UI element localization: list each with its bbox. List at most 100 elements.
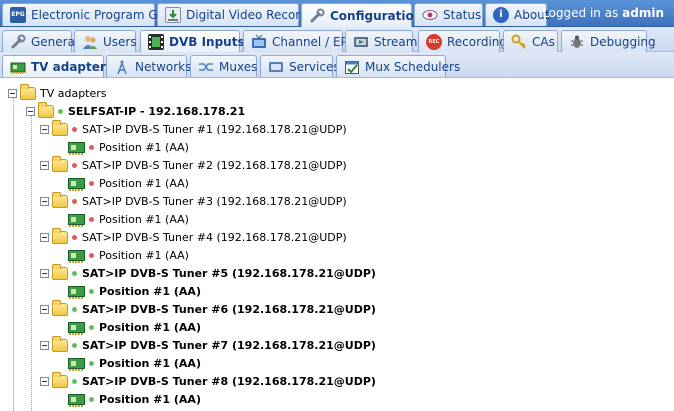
tab-debugging[interactable]: Debugging [561, 30, 656, 52]
status-dot [72, 198, 77, 204]
collapse-toggle[interactable] [8, 88, 17, 98]
tab-configuration[interactable]: Configuration [301, 3, 422, 27]
wrench-icon [10, 34, 26, 50]
tree-node-position[interactable]: Position #1 (AA) [68, 174, 189, 192]
collapse-toggle[interactable] [40, 124, 49, 134]
tree-node-tuner[interactable]: SAT>IP DVB-S Tuner #8 (192.168.178.21@UD… [40, 371, 376, 390]
tree-node-tuner[interactable]: SAT>IP DVB-S Tuner #7 (192.168.178.21@UD… [40, 335, 376, 354]
folder-icon [52, 155, 68, 172]
login-prefix: Logged in as [542, 6, 619, 20]
tab-channel-epg[interactable]: Channel / EPG [243, 30, 357, 52]
tab-status[interactable]: Status [414, 3, 483, 26]
tree-node-position[interactable]: Position #1 (AA) [68, 318, 201, 336]
tree-node-label: Position #1 (AA) [99, 248, 189, 262]
collapse-toggle[interactable] [40, 268, 49, 278]
tree-node-label: SAT>IP DVB-S Tuner #3 (192.168.178.21@UD… [82, 194, 347, 208]
tab-services[interactable]: Services [260, 55, 340, 77]
tab-general[interactable]: General [2, 30, 78, 52]
tree-guide-line [13, 93, 14, 411]
tab-cas[interactable]: CAs [503, 30, 558, 52]
status-dot [72, 342, 77, 348]
tree-node-position[interactable]: Position #1 (AA) [68, 354, 201, 372]
login-user: admin [622, 6, 664, 20]
main-tab-bar: EPG Electronic Program Guide Digital Vid… [0, 0, 674, 27]
tab-label: Services [289, 59, 340, 74]
tree-node-position[interactable]: Position #1 (AA) [68, 390, 201, 408]
adapter-card-icon [68, 285, 85, 299]
tab-label: TV adapters [31, 59, 113, 74]
tab-label: General [31, 34, 79, 49]
status-dot [89, 288, 94, 294]
tab-mux-schedulers[interactable]: Mux Schedulers [336, 55, 460, 77]
tree-node-device[interactable]: SELFSAT-IP - 192.168.178.21 [26, 101, 245, 120]
tree-node-label: TV adapters [40, 86, 107, 100]
tree-node-position[interactable]: Position #1 (AA) [68, 246, 189, 264]
tab-networks[interactable]: Networks [106, 55, 191, 77]
tab-label: Users [103, 34, 137, 49]
tree-node-position[interactable]: Position #1 (AA) [68, 138, 189, 156]
users-icon [82, 34, 98, 50]
status-dot [89, 144, 94, 150]
tree-node-tuner[interactable]: SAT>IP DVB-S Tuner #1 (192.168.178.21@UD… [40, 119, 347, 138]
status-dot [72, 162, 77, 168]
tree-node-label: Position #1 (AA) [99, 284, 201, 298]
tab-stream[interactable]: Stream [345, 30, 417, 52]
status-dot [89, 216, 94, 222]
tree-node-label: Position #1 (AA) [99, 392, 201, 406]
status-dot [89, 396, 94, 402]
tab-epg[interactable]: EPG Electronic Program Guide [2, 3, 184, 26]
epg-icon: EPG [10, 7, 26, 23]
tab-label: CAs [532, 34, 555, 49]
tab-muxes[interactable]: Muxes [190, 55, 257, 77]
folder-icon [52, 263, 68, 280]
collapse-toggle[interactable] [40, 232, 49, 242]
tab-about[interactable]: i About [485, 3, 549, 26]
tab-recording[interactable]: REC Recording [418, 30, 507, 52]
tree-node-tuner[interactable]: SAT>IP DVB-S Tuner #5 (192.168.178.21@UD… [40, 263, 376, 282]
scheduler-icon [344, 59, 360, 75]
tree-node-tuner[interactable]: SAT>IP DVB-S Tuner #6 (192.168.178.21@UD… [40, 299, 376, 318]
tree-node-position[interactable]: Position #1 (AA) [68, 282, 201, 300]
status-dot [72, 270, 77, 276]
collapse-toggle[interactable] [40, 196, 49, 206]
tree-guide-line [31, 111, 32, 411]
tab-users[interactable]: Users [74, 30, 137, 52]
adapter-card-icon [68, 393, 85, 407]
status-dot [72, 126, 77, 132]
tree-node-tuner[interactable]: SAT>IP DVB-S Tuner #2 (192.168.178.21@UD… [40, 155, 347, 174]
tree-node-tuner[interactable]: SAT>IP DVB-S Tuner #3 (192.168.178.21@UD… [40, 191, 347, 210]
collapse-toggle[interactable] [40, 304, 49, 314]
tab-dvb-inputs[interactable]: DVB Inputs [140, 30, 245, 52]
collapse-toggle[interactable] [40, 340, 49, 350]
collapse-toggle[interactable] [26, 106, 35, 116]
film-icon [148, 33, 164, 50]
tab-label: Status [443, 8, 482, 22]
tree-node-label: SAT>IP DVB-S Tuner #6 (192.168.178.21@UD… [82, 302, 376, 316]
tab-label: Stream [374, 34, 418, 49]
muxes-icon [198, 59, 214, 75]
tab-label: Muxes [219, 59, 258, 74]
tree-node-label: Position #1 (AA) [99, 356, 201, 370]
wrench-icon [309, 8, 325, 24]
info-icon: i [493, 7, 509, 23]
adapter-card-icon [68, 357, 85, 371]
collapse-toggle[interactable] [40, 376, 49, 386]
tree-node-position[interactable]: Position #1 (AA) [68, 210, 189, 228]
status-dot [89, 360, 94, 366]
status-dot [89, 180, 94, 186]
status-dot [72, 306, 77, 312]
tab-dvr[interactable]: Digital Video Recorder [157, 3, 320, 26]
collapse-toggle[interactable] [40, 160, 49, 170]
tab-tv-adapters[interactable]: TV adapters [2, 55, 113, 77]
rec-icon: REC [426, 33, 442, 50]
tree-node-tuner[interactable]: SAT>IP DVB-S Tuner #4 (192.168.178.21@UD… [40, 227, 347, 246]
folder-icon [52, 371, 68, 388]
adapter-card-icon [68, 177, 85, 191]
tree-node-label: SAT>IP DVB-S Tuner #7 (192.168.178.21@UD… [82, 338, 376, 352]
services-icon [268, 59, 284, 75]
folder-icon [20, 83, 36, 100]
status-dot [58, 108, 63, 114]
tab-label: Networks [135, 59, 192, 74]
tree-node-root[interactable]: TV adapters [8, 83, 107, 102]
tree-node-label: SAT>IP DVB-S Tuner #5 (192.168.178.21@UD… [82, 266, 376, 280]
